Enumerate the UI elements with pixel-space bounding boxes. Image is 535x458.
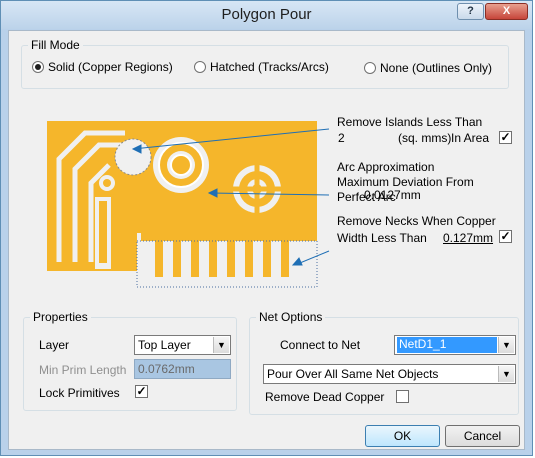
- pad-finger: [173, 239, 181, 277]
- close-button[interactable]: X: [485, 3, 528, 20]
- radio-hatched-label: Hatched (Tracks/Arcs): [210, 60, 329, 74]
- min-prim-length-label: Min Prim Length: [39, 363, 127, 377]
- pad-finger: [227, 239, 235, 277]
- arc-approx-label-1: Arc Approximation: [337, 160, 435, 174]
- pour-over-value: Pour Over All Same Net Objects: [267, 367, 439, 381]
- help-button[interactable]: ?: [457, 3, 484, 20]
- fill-mode-legend: Fill Mode: [28, 38, 83, 52]
- window-title: Polygon Pour: [221, 6, 312, 23]
- dialog-body: Fill Mode Solid (Copper Regions) Hatched…: [8, 30, 525, 450]
- properties-legend: Properties: [30, 310, 91, 324]
- pad-finger: [155, 239, 163, 277]
- net-options-legend: Net Options: [256, 310, 326, 324]
- thermal-pad-icon: [233, 165, 281, 213]
- lock-primitives-checkbox[interactable]: ✓: [135, 385, 148, 398]
- title-bar: Polygon Pour ? X: [1, 1, 532, 29]
- radio-unselected-icon: [194, 61, 206, 73]
- min-prim-length-value: 0.0762mm: [138, 362, 195, 376]
- remove-necks-checkbox[interactable]: ✓: [499, 230, 512, 243]
- polygon-pour-dialog: Polygon Pour ? X Fill Mode Solid (Copper…: [0, 0, 533, 456]
- connect-to-net-label: Connect to Net: [280, 338, 361, 352]
- remove-necks-label-2: Width Less Than: [337, 231, 427, 245]
- radio-solid[interactable]: Solid (Copper Regions): [32, 60, 173, 74]
- remove-necks-value[interactable]: 0.127mm: [443, 231, 493, 245]
- chevron-down-icon: ▼: [498, 337, 514, 353]
- chevron-down-icon: ▼: [498, 366, 514, 382]
- pad-finger: [281, 239, 289, 277]
- connect-to-net-select[interactable]: NetD1_1 ▼: [394, 335, 516, 355]
- layer-select[interactable]: Top Layer ▼: [134, 335, 231, 355]
- min-prim-length-input: 0.0762mm: [134, 359, 231, 379]
- layer-select-value: Top Layer: [138, 338, 191, 352]
- arc-approx-label-2: Maximum Deviation From: [337, 175, 474, 189]
- chevron-down-icon: ▼: [213, 337, 229, 353]
- remove-dead-copper-label: Remove Dead Copper: [265, 390, 385, 404]
- remove-dead-copper-checkbox[interactable]: [396, 390, 409, 403]
- cancel-button[interactable]: Cancel: [445, 425, 520, 447]
- remove-islands-unit: (sq. mms): [398, 131, 452, 145]
- ok-button[interactable]: OK: [365, 425, 440, 447]
- radio-none[interactable]: None (Outlines Only): [364, 61, 492, 75]
- lock-primitives-label: Lock Primitives: [39, 386, 120, 400]
- remove-islands-label: Remove Islands Less Than: [337, 115, 483, 129]
- radio-hatched[interactable]: Hatched (Tracks/Arcs): [194, 60, 329, 74]
- pad-finger: [245, 239, 253, 277]
- radio-none-label: None (Outlines Only): [380, 61, 493, 75]
- pad-finger: [263, 239, 271, 277]
- pour-over-select[interactable]: Pour Over All Same Net Objects ▼: [263, 364, 516, 384]
- remove-islands-scope: In Area: [451, 131, 490, 145]
- radio-unselected-icon: [364, 62, 376, 74]
- fill-mode-group: Fill Mode Solid (Copper Regions) Hatched…: [21, 38, 509, 89]
- remove-islands-checkbox[interactable]: ✓: [499, 131, 512, 144]
- pad-finger: [209, 239, 217, 277]
- radio-selected-icon: [32, 61, 44, 73]
- remove-necks-label-1: Remove Necks When Copper: [337, 214, 496, 228]
- pad-finger: [191, 239, 199, 277]
- connect-to-net-value: NetD1_1: [397, 337, 497, 353]
- remove-islands-value[interactable]: 2: [338, 131, 345, 145]
- arc-pad-icon: [153, 137, 209, 193]
- layer-label: Layer: [39, 338, 70, 352]
- radio-solid-label: Solid (Copper Regions): [48, 60, 173, 74]
- arc-approx-value[interactable]: 0.0127mm: [364, 188, 421, 202]
